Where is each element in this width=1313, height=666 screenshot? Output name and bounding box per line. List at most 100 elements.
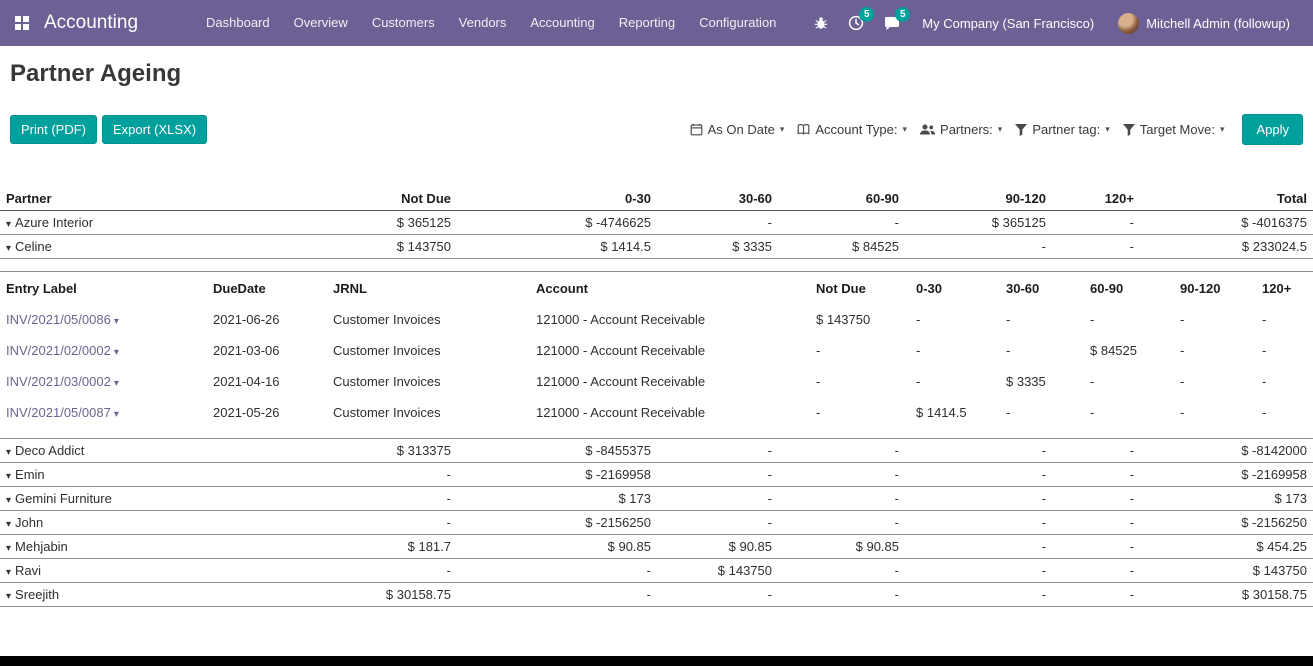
as-on-date-filter[interactable]: As On Date ▾ (690, 122, 785, 137)
amount-cell: $ 454.25 (1140, 535, 1313, 559)
nav-item-configuration[interactable]: Configuration (687, 0, 788, 46)
amount-cell: $ 365125 (220, 211, 457, 235)
col-header-60-90: 60-90 (1084, 272, 1174, 305)
filter-bar: As On Date ▾ Account Type: ▾ Partners: ▾… (690, 114, 1303, 145)
apps-menu-icon[interactable] (0, 15, 44, 31)
target-move-filter[interactable]: Target Move: ▾ (1123, 122, 1225, 137)
entry-link[interactable]: INV/2021/05/0087 (6, 405, 111, 420)
amount-cell: $ 181.7 (220, 535, 457, 559)
amount-cell: - (657, 487, 778, 511)
entry-dropdown-icon[interactable]: ▾ (114, 378, 119, 389)
amount-cell: - (905, 487, 1052, 511)
report-toolbar: Print (PDF) Export (XLSX) As On Date ▾ A… (10, 114, 1303, 145)
amount-cell: $ 30158.75 (1140, 583, 1313, 607)
journal-cell: Customer Invoices (327, 397, 530, 428)
col-header-30-60: 30-60 (657, 187, 778, 211)
col-header-60-90: 60-90 (778, 187, 905, 211)
partner-name: John (15, 515, 43, 530)
amount-cell: - (657, 463, 778, 487)
entry-link[interactable]: INV/2021/05/0086 (6, 312, 111, 327)
amount-cell: - (1256, 335, 1313, 366)
amount-cell: $ 143750 (220, 235, 457, 259)
entry-row: INV/2021/05/0087▾ 2021-05-26 Customer In… (0, 397, 1313, 428)
debug-bug-icon[interactable] (807, 16, 835, 30)
account-cell: 121000 - Account Receivable (530, 397, 810, 428)
app-name[interactable]: Accounting (44, 12, 138, 34)
partner-name: Emin (15, 467, 45, 482)
partner-row[interactable]: ▾Ravi - - $ 143750 - - - $ 143750 (0, 559, 1313, 583)
partner-row[interactable]: ▾Emin - $ -2169958 - - - - $ -2169958 (0, 463, 1313, 487)
entry-link[interactable]: INV/2021/03/0002 (6, 374, 111, 389)
partner-row[interactable]: ▾John - $ -2156250 - - - - $ -2156250 (0, 511, 1313, 535)
amount-cell: - (1052, 235, 1140, 259)
company-switcher[interactable]: My Company (San Francisco) (913, 16, 1103, 31)
nav-item-overview[interactable]: Overview (282, 0, 360, 46)
top-navbar: Accounting Dashboard Overview Customers … (0, 0, 1313, 46)
col-header-90-120: 90-120 (1174, 272, 1256, 305)
partner-row[interactable]: ▾Azure Interior $ 365125 $ -4746625 - - … (0, 211, 1313, 235)
col-header-90-120: 90-120 (905, 187, 1052, 211)
export-xlsx-button[interactable]: Export (XLSX) (102, 115, 207, 144)
collapse-caret-icon[interactable]: ▾ (6, 447, 11, 458)
collapse-caret-icon[interactable]: ▾ (6, 219, 11, 230)
entry-row: INV/2021/02/0002▾ 2021-03-06 Customer In… (0, 335, 1313, 366)
partner-row[interactable]: ▾Celine $ 143750 $ 1414.5 $ 3335 $ 84525… (0, 235, 1313, 259)
user-menu[interactable]: Mitchell Admin (followup) (1109, 13, 1299, 34)
amount-cell: - (1256, 366, 1313, 397)
amount-cell: - (905, 511, 1052, 535)
amount-cell: - (1000, 397, 1084, 428)
amount-cell: - (905, 535, 1052, 559)
partner-row[interactable]: ▾Sreejith $ 30158.75 - - - - - $ 30158.7… (0, 583, 1313, 607)
collapse-caret-icon[interactable]: ▾ (6, 471, 11, 482)
col-header-120plus: 120+ (1256, 272, 1313, 305)
collapse-caret-icon[interactable]: ▾ (6, 591, 11, 602)
due-date-cell: 2021-04-16 (207, 366, 327, 397)
activities-clock-icon[interactable]: 5 (841, 15, 871, 31)
partner-row[interactable]: ▾Deco Addict $ 313375 $ -8455375 - - - -… (0, 439, 1313, 463)
print-pdf-button[interactable]: Print (PDF) (10, 115, 97, 144)
nav-item-dashboard[interactable]: Dashboard (194, 0, 282, 46)
journal-cell: Customer Invoices (327, 335, 530, 366)
amount-cell: - (657, 511, 778, 535)
amount-cell: - (910, 304, 1000, 335)
amount-cell: $ -2169958 (1140, 463, 1313, 487)
amount-cell: $ 143750 (810, 304, 910, 335)
amount-cell: - (1084, 397, 1174, 428)
collapse-caret-icon[interactable]: ▾ (6, 243, 11, 254)
amount-cell: - (905, 559, 1052, 583)
amount-cell: $ 233024.5 (1140, 235, 1313, 259)
collapse-caret-icon[interactable]: ▾ (6, 567, 11, 578)
amount-cell: $ -8142000 (1140, 439, 1313, 463)
detail-header-row: Entry Label DueDate JRNL Account Not Due… (0, 272, 1313, 305)
entry-link[interactable]: INV/2021/02/0002 (6, 343, 111, 358)
partners-filter[interactable]: Partners: ▾ (920, 122, 1002, 137)
nav-item-reporting[interactable]: Reporting (607, 0, 687, 46)
calendar-icon (690, 123, 703, 136)
collapse-caret-icon[interactable]: ▾ (6, 543, 11, 554)
amount-cell: - (778, 583, 905, 607)
nav-item-accounting[interactable]: Accounting (518, 0, 606, 46)
col-header-account: Account (530, 272, 810, 305)
messages-chat-icon[interactable]: 5 (877, 15, 907, 31)
amount-cell: - (810, 335, 910, 366)
entry-dropdown-icon[interactable]: ▾ (114, 316, 119, 327)
account-type-filter[interactable]: Account Type: ▾ (797, 122, 907, 137)
amount-cell: - (457, 559, 657, 583)
amount-cell: - (1174, 304, 1256, 335)
partner-tag-filter[interactable]: Partner tag: ▾ (1015, 122, 1109, 137)
amount-cell: - (1052, 535, 1140, 559)
nav-item-customers[interactable]: Customers (360, 0, 447, 46)
collapse-caret-icon[interactable]: ▾ (6, 519, 11, 530)
summary-header-row: Partner Not Due 0-30 30-60 60-90 90-120 … (0, 187, 1313, 211)
apply-button[interactable]: Apply (1242, 114, 1303, 145)
entry-dropdown-icon[interactable]: ▾ (114, 409, 119, 420)
nav-item-vendors[interactable]: Vendors (447, 0, 519, 46)
partner-row[interactable]: ▾Gemini Furniture - $ 173 - - - - $ 173 (0, 487, 1313, 511)
collapse-caret-icon[interactable]: ▾ (6, 495, 11, 506)
amount-cell: - (910, 335, 1000, 366)
amount-cell: - (1084, 304, 1174, 335)
partner-row[interactable]: ▾Mehjabin $ 181.7 $ 90.85 $ 90.85 $ 90.8… (0, 535, 1313, 559)
due-date-cell: 2021-06-26 (207, 304, 327, 335)
entry-dropdown-icon[interactable]: ▾ (114, 347, 119, 358)
amount-cell: - (657, 211, 778, 235)
